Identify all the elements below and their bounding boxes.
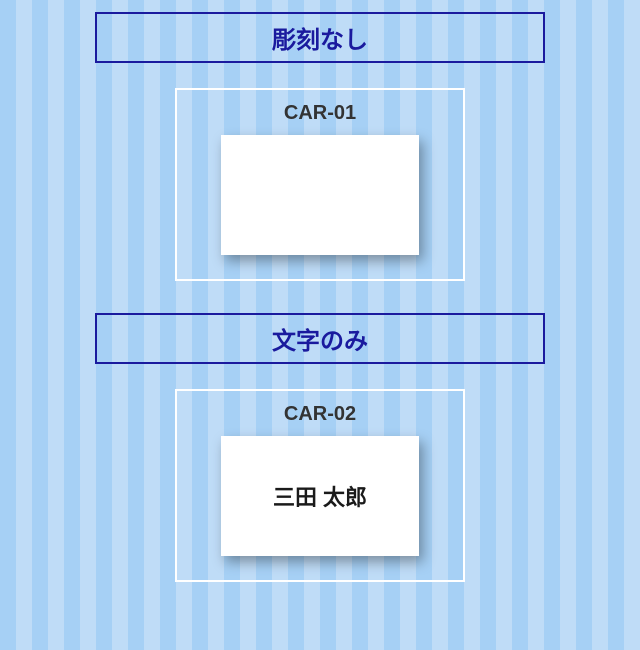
card-container-1: CAR-01	[175, 88, 465, 281]
card-text: 三田 太郎	[273, 480, 367, 512]
section-header-text: 文字のみ	[272, 328, 368, 355]
section-header-text-only: 文字のみ	[95, 313, 545, 364]
card-label: CAR-01	[284, 102, 356, 125]
card-blank	[221, 135, 419, 255]
section-header-no-engraving: 彫刻なし	[95, 12, 545, 63]
card-with-text: 三田 太郎	[221, 436, 419, 556]
card-label: CAR-02	[284, 403, 356, 426]
section-header-text: 彫刻なし	[272, 27, 368, 54]
card-container-2: CAR-02 三田 太郎	[175, 389, 465, 582]
